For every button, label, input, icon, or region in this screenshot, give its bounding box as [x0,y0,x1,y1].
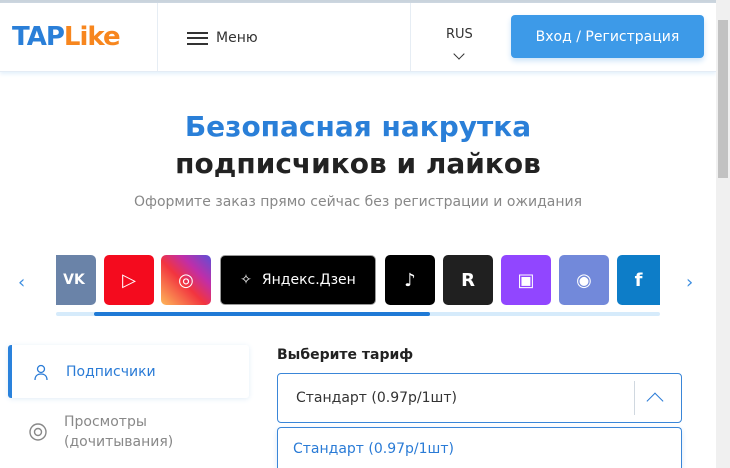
header: TAPLike Меню RUS Вход / Регистрация [0,3,716,72]
menu-button[interactable]: Меню [187,30,258,46]
sidebar-item-views[interactable]: Просмотры (дочитывания) [12,412,249,452]
discord-icon: ◉ [576,269,592,291]
hamburger-icon [187,31,208,45]
logo[interactable]: TAPLike [12,22,121,52]
hero-subtitle: Оформите заказ прямо сейчас без регистра… [133,194,583,210]
platform-discord[interactable]: ◉ [559,255,609,305]
rutube-icon: R [461,269,475,291]
platform-vk[interactable]: VK [56,255,96,305]
hero-title-line2: подписчиков и лайков [175,147,541,180]
divider [410,3,411,71]
carousel-scroll-thumb[interactable] [94,312,430,316]
tariff-select[interactable]: Стандарт (0.97р/1шт) [277,373,682,423]
eye-icon [29,423,47,441]
platform-facebook[interactable]: f [617,255,660,305]
platform-instagram[interactable]: ◎ [161,255,211,305]
scrollbar-thumb[interactable] [718,20,728,178]
carousel-prev-icon[interactable]: ‹ [18,272,25,293]
instagram-icon: ◎ [178,269,194,291]
hero-title-line1: Безопасная накрутка [184,110,532,143]
platform-yandex-zen[interactable]: ✧ Яндекс.Дзен [220,255,376,305]
divider [157,3,158,71]
tariff-dropdown: Стандарт (0.97р/1шт) [277,427,682,468]
chevron-up-icon [646,392,664,410]
tariff-label: Выберите тариф [277,347,414,363]
users-icon [34,364,48,380]
language-selector[interactable]: RUS [446,27,473,60]
platform-carousel: VK ▷ ◎ ✧ Яндекс.Дзен ♪ R ▣ ◉ f [56,255,660,305]
twitch-icon: ▣ [517,269,535,291]
tariff-option[interactable]: Стандарт (0.97р/1шт) [293,441,666,457]
vk-icon: VK [63,272,85,288]
carousel-next-icon[interactable]: › [686,272,693,293]
platform-tiktok[interactable]: ♪ [385,255,435,305]
platform-twitch[interactable]: ▣ [501,255,551,305]
zen-star-icon: ✧ [240,272,252,288]
sidebar-item-subscribers[interactable]: Подписчики [8,345,249,398]
login-button[interactable]: Вход / Регистрация [511,15,704,58]
tiktok-icon: ♪ [404,269,416,291]
divider [634,381,635,415]
carousel-scrollbar[interactable] [56,312,660,316]
platform-rutube[interactable]: R [443,255,493,305]
youtube-icon: ▷ [122,269,136,291]
platform-youtube[interactable]: ▷ [104,255,154,305]
facebook-icon: f [634,269,643,291]
chevron-down-icon [453,48,466,60]
